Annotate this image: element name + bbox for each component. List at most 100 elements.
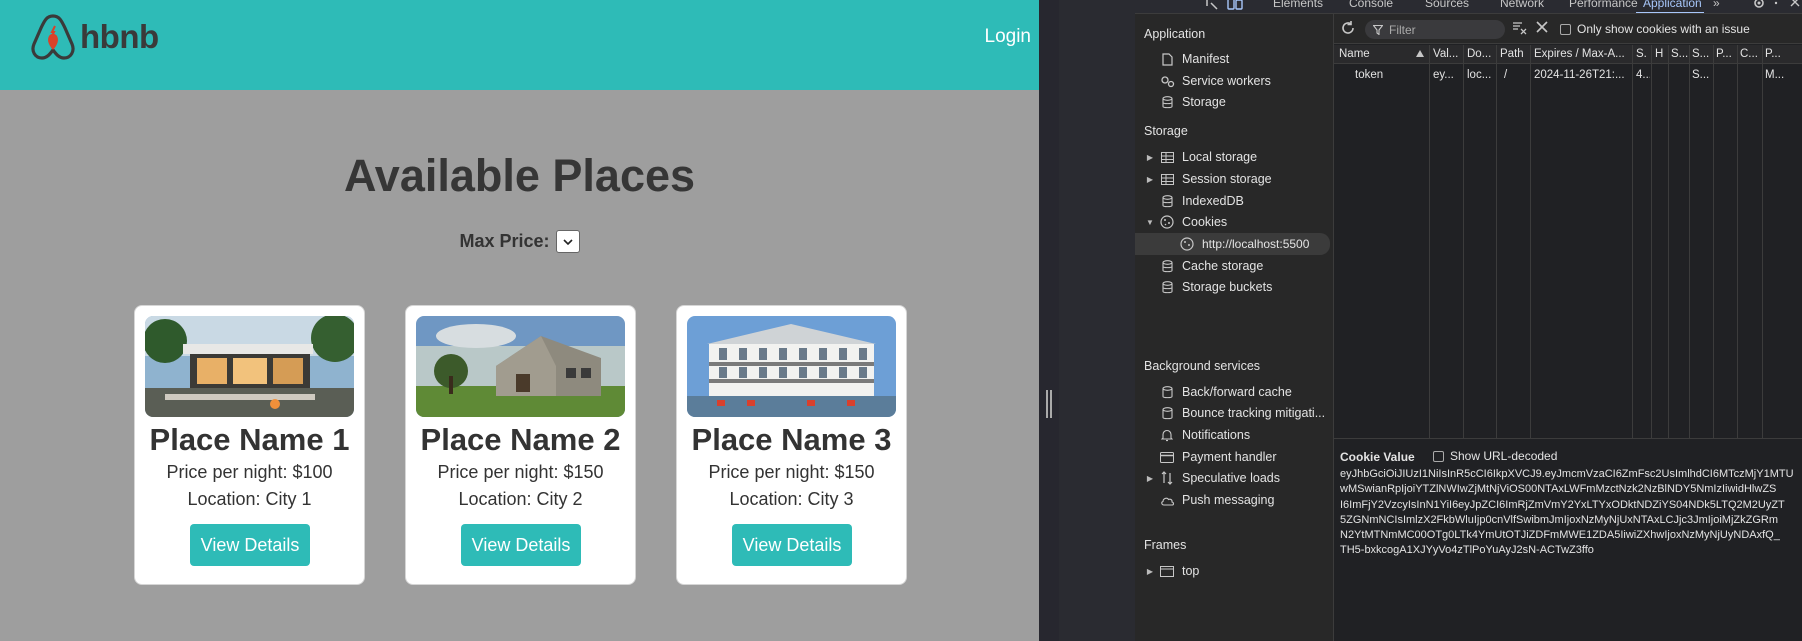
expand-arrow-icon[interactable]: ▶ [1145, 567, 1155, 576]
clear-filtered-cookies-icon[interactable] [1512, 21, 1528, 35]
place-location: Location: City 3 [729, 489, 854, 509]
cookie-icon [1180, 237, 1194, 251]
database-icon [1161, 259, 1173, 272]
inspect-element-icon[interactable] [1205, 0, 1219, 11]
device-toolbar-icon[interactable] [1227, 0, 1243, 11]
sidebar-item-label: Cookies [1182, 215, 1228, 229]
sidebar-item-cookies[interactable]: ▼ Cookies [1135, 211, 1334, 233]
cookie-value-line: eyJhbGciOiJIUzI1NiIsInR5cCI6IkpXVCJ9.eyJ… [1340, 468, 1794, 480]
sidebar-item-label: http://localhost:5500 [1202, 237, 1310, 251]
expand-arrow-icon[interactable]: ▶ [1145, 175, 1155, 184]
sidebar-item-frame-top[interactable]: ▶ top [1135, 560, 1334, 582]
place-name: Place Name 2 [420, 422, 621, 457]
filter-placeholder: Filter [1389, 22, 1416, 37]
checkbox-box[interactable] [1560, 23, 1571, 35]
place-name: Place Name 1 [149, 422, 350, 457]
tab-network[interactable]: Network [1500, 0, 1544, 10]
column-header-size[interactable]: S. [1636, 48, 1650, 60]
place-location: Location: City 2 [458, 489, 583, 509]
devtools-resize-handle[interactable] [1039, 0, 1059, 641]
tab-performance[interactable]: Performance [1569, 0, 1638, 10]
view-details-button[interactable]: View Details [732, 524, 852, 566]
cell-value: ey... [1433, 69, 1454, 81]
cookie-value-line: N2YtMTNmMC00OTg0LTk4YmUtOTJiZDFmMWE1ZDA5… [1340, 529, 1780, 542]
sidebar-item-label: Back/forward cache [1182, 385, 1292, 399]
sort-ascending-icon[interactable] [1416, 50, 1424, 57]
place-name: Place Name 3 [691, 422, 892, 457]
column-header-value[interactable]: Val... [1433, 48, 1461, 60]
sidebar-item-notifications[interactable]: Notifications [1135, 424, 1334, 446]
webpage-viewport: hbnb Login Available Places Max Price: P… [0, 0, 1039, 641]
column-header-name[interactable]: Name [1339, 48, 1409, 60]
arrows-icon [1161, 471, 1173, 485]
sidebar-item-storage-buckets[interactable]: Storage buckets [1135, 276, 1334, 298]
column-header-path[interactable]: Path [1500, 48, 1530, 60]
sidebar-item-label: Payment handler [1182, 450, 1277, 464]
sidebar-item-indexeddb[interactable]: IndexedDB [1135, 190, 1334, 212]
max-price-select[interactable] [555, 230, 580, 253]
place-price: Price per night: $150 [708, 462, 875, 482]
settings-icon[interactable] [1752, 0, 1766, 10]
tab-sources[interactable]: Sources [1425, 0, 1469, 10]
drag-grip-icon [1046, 390, 1052, 418]
tab-application[interactable]: Application [1643, 0, 1702, 10]
sidebar-item-session-storage[interactable]: ▶ Session storage [1135, 168, 1334, 190]
column-header-samesite[interactable]: S... [1692, 48, 1710, 60]
column-header-priority[interactable]: P... [1765, 48, 1801, 60]
sidebar-item-push-messaging[interactable]: Push messaging [1135, 489, 1334, 511]
table-icon [1160, 173, 1174, 185]
more-tabs-button[interactable]: » [1713, 0, 1720, 10]
site-header: hbnb Login [0, 0, 1039, 90]
sidebar-item-cookie-origin[interactable]: http://localhost:5500 [1135, 233, 1330, 255]
sidebar-item-local-storage[interactable]: ▶ Local storage [1135, 146, 1334, 168]
price-filter: Max Price: [0, 230, 1039, 253]
more-options-icon[interactable] [1773, 0, 1779, 10]
close-devtools-icon[interactable] [1789, 0, 1801, 8]
site-logo[interactable]: hbnb [30, 12, 159, 62]
page-title: Available Places [343, 150, 696, 201]
only-issues-checkbox[interactable]: Only show cookies with an issue [1560, 22, 1750, 36]
cookie-filter-input[interactable]: Filter [1365, 20, 1505, 39]
cookie-value-text[interactable]: eyJhbGciOiJIUzI1NiIsInR5cCI6IkpXVCJ9.eyJ… [1340, 467, 1802, 559]
column-header-httponly[interactable]: H [1655, 48, 1667, 60]
sidebar-item-manifest[interactable]: Manifest [1135, 48, 1334, 70]
login-link[interactable]: Login [985, 26, 1032, 48]
devtools-panel: Elements Console Sources Network Perform… [1059, 0, 1802, 641]
sidebar-item-speculative-loads[interactable]: ▶ Speculative loads [1135, 467, 1334, 489]
document-icon [1161, 52, 1173, 66]
sidebar-item-storage-overview[interactable]: Storage [1135, 91, 1334, 113]
database-icon [1161, 406, 1173, 419]
sidebar-item-bounce-tracking[interactable]: Bounce tracking mitigati... [1135, 402, 1334, 424]
column-header-expires[interactable]: Expires / Max-A... [1534, 48, 1634, 60]
place-price: Price per night: $150 [437, 462, 604, 482]
sidebar-item-cache-storage[interactable]: Cache storage [1135, 255, 1334, 277]
only-issues-label: Only show cookies with an issue [1577, 22, 1750, 36]
cookie-value-line: I6ImFjY2VzcyIsInN1YiI6eyJpZCI6ImRjZmVmY2… [1340, 498, 1785, 511]
sidebar-item-back-forward-cache[interactable]: Back/forward cache [1135, 381, 1334, 403]
clear-all-icon[interactable] [1536, 21, 1548, 33]
refresh-icon[interactable] [1340, 20, 1356, 36]
place-photo [687, 316, 896, 417]
column-header-cross-site[interactable]: C... [1740, 48, 1758, 60]
view-details-button[interactable]: View Details [461, 524, 581, 566]
view-details-button[interactable]: View Details [190, 524, 310, 566]
column-header-domain[interactable]: Do... [1467, 48, 1495, 60]
collapse-arrow-icon[interactable]: ▼ [1145, 218, 1155, 227]
column-header-partition-key[interactable]: P... [1716, 48, 1734, 60]
checkbox-box[interactable] [1433, 450, 1444, 462]
sidebar-item-label: Manifest [1182, 52, 1230, 66]
expand-arrow-icon[interactable]: ▶ [1145, 474, 1155, 483]
tab-console[interactable]: Console [1349, 0, 1393, 10]
cell-path: / [1504, 69, 1508, 81]
tab-elements[interactable]: Elements [1273, 0, 1323, 10]
database-icon [1161, 194, 1173, 207]
sidebar-item-service-workers[interactable]: Service workers [1135, 70, 1334, 92]
table-icon [1160, 151, 1174, 163]
column-header-secure[interactable]: S... [1671, 48, 1689, 60]
cookie-value-pane: Cookie Value Show URL-decoded eyJhbGciOi… [1334, 438, 1802, 641]
show-url-decoded-checkbox[interactable]: Show URL-decoded [1433, 449, 1557, 463]
sidebar-header-background-services: Background services [1144, 359, 1261, 373]
sidebar-item-payment-handler[interactable]: Payment handler [1135, 446, 1334, 468]
sidebar-item-label: Bounce tracking mitigati... [1182, 406, 1326, 420]
expand-arrow-icon[interactable]: ▶ [1145, 153, 1155, 162]
